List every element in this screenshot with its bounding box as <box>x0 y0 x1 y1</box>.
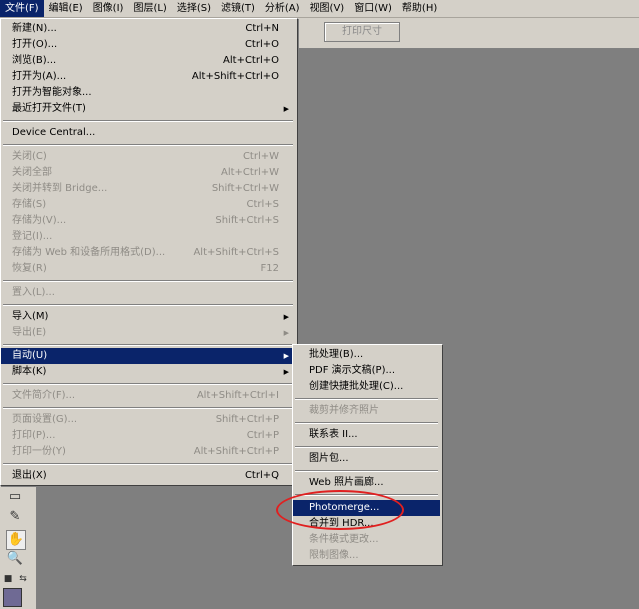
menu-item-revert[interactable]: 恢复(R) F12 <box>1 261 295 277</box>
menu-item-automate[interactable]: 自动(U) ▶ <box>1 348 295 364</box>
file-menu: 新建(N)... Ctrl+N 打开(O)... Ctrl+O 浏览(B)... Al… <box>0 18 298 486</box>
separator <box>3 463 293 465</box>
menu-analysis[interactable]: 分析(A) <box>260 0 305 17</box>
separator <box>3 344 293 346</box>
menu-item-import[interactable]: 导入(M) ▶ <box>1 309 295 325</box>
separator <box>295 422 438 424</box>
foreground-color-swatch[interactable] <box>3 588 22 607</box>
menu-item-pdf-presentation[interactable]: PDF 演示文稿(P)... <box>293 363 440 379</box>
print-size-button[interactable]: 打印尺寸 <box>324 22 400 42</box>
separator <box>3 120 293 122</box>
toolbox: ▭ ✎ ✋ 🔍 ■ ⇆ <box>0 484 37 609</box>
menu-item-check-in[interactable]: 登记(I)... <box>1 229 295 245</box>
menu-item-save-for-web[interactable]: 存储为 Web 和设备所用格式(D)... Alt+Shift+Ctrl+S <box>1 245 295 261</box>
menu-item-new[interactable]: 新建(N)... Ctrl+N <box>1 21 295 37</box>
menu-item-page-setup[interactable]: 页面设置(G)... Shift+Ctrl+P <box>1 412 295 428</box>
separator <box>3 144 293 146</box>
menu-item-close-all[interactable]: 关闭全部 Alt+Ctrl+W <box>1 165 295 181</box>
menu-item-open-smart-object[interactable]: 打开为智能对象... <box>1 85 295 101</box>
menu-file[interactable]: 文件(F) <box>0 0 44 17</box>
hand-tool-icon[interactable]: ✋ <box>6 530 26 550</box>
submenu-arrow-icon: ▶ <box>283 329 289 337</box>
menu-item-create-droplet[interactable]: 创建快捷批处理(C)... <box>293 379 440 395</box>
swap-colors-icon[interactable]: ⇆ <box>18 570 28 588</box>
menu-item-save[interactable]: 存储(S) Ctrl+S <box>1 197 295 213</box>
menu-item-export[interactable]: 导出(E) ▶ <box>1 325 295 341</box>
menu-item-save-as[interactable]: 存储为(V)... Shift+Ctrl+S <box>1 213 295 229</box>
separator <box>3 304 293 306</box>
menu-item-place[interactable]: 置入(L)... <box>1 285 295 301</box>
menu-item-open[interactable]: 打开(O)... Ctrl+O <box>1 37 295 53</box>
menu-view[interactable]: 视图(V) <box>305 0 350 17</box>
notes-tool-icon[interactable]: ▭ <box>6 488 24 506</box>
menu-item-batch[interactable]: 批处理(B)... <box>293 347 440 363</box>
menu-item-print[interactable]: 打印(P)... Ctrl+P <box>1 428 295 444</box>
separator <box>295 398 438 400</box>
menu-item-browse[interactable]: 浏览(B)... Alt+Ctrl+O <box>1 53 295 69</box>
menu-item-close-go-bridge[interactable]: 关闭并转到 Bridge... Shift+Ctrl+W <box>1 181 295 197</box>
menu-bar: 文件(F) 编辑(E) 图像(I) 图层(L) 选择(S) 滤镜(T) 分析(A… <box>0 0 639 18</box>
separator <box>3 280 293 282</box>
menu-select[interactable]: 选择(S) <box>172 0 216 17</box>
submenu-arrow-icon: ▶ <box>283 313 289 321</box>
menu-item-exit[interactable]: 退出(X) Ctrl+Q <box>1 468 295 484</box>
menu-help[interactable]: 帮助(H) <box>397 0 442 17</box>
menu-item-open-as[interactable]: 打开为(A)... Alt+Shift+Ctrl+O <box>1 69 295 85</box>
default-colors-icon[interactable]: ■ <box>3 570 13 588</box>
menu-item-merge-to-hdr[interactable]: 合并到 HDR... <box>293 516 440 532</box>
menu-item-file-info[interactable]: 文件简介(F)... Alt+Shift+Ctrl+I <box>1 388 295 404</box>
menu-item-contact-sheet[interactable]: 联系表 II... <box>293 427 440 443</box>
automate-submenu: 批处理(B)... PDF 演示文稿(P)... 创建快捷批处理(C)... 裁… <box>292 344 443 566</box>
menu-edit[interactable]: 编辑(E) <box>44 0 88 17</box>
separator <box>3 407 293 409</box>
separator <box>3 383 293 385</box>
menu-item-recent-files[interactable]: 最近打开文件(T) ▶ <box>1 101 295 117</box>
menu-item-close[interactable]: 关闭(C) Ctrl+W <box>1 149 295 165</box>
eyedropper-icon[interactable]: ✎ <box>6 508 24 526</box>
submenu-arrow-icon: ▶ <box>283 105 289 113</box>
separator <box>295 446 438 448</box>
zoom-icon[interactable]: 🔍 <box>6 550 24 568</box>
separator <box>295 494 438 496</box>
menu-window[interactable]: 窗口(W) <box>349 0 397 17</box>
menu-item-picture-package[interactable]: 图片包... <box>293 451 440 467</box>
submenu-arrow-icon: ▶ <box>283 368 289 376</box>
separator <box>295 470 438 472</box>
menu-layer[interactable]: 图层(L) <box>128 0 171 17</box>
submenu-arrow-icon: ▶ <box>283 352 289 360</box>
menu-item-crop-straighten[interactable]: 裁剪并修齐照片 <box>293 403 440 419</box>
menu-item-photomerge[interactable]: Photomerge... <box>293 500 440 516</box>
menu-item-conditional-mode-change[interactable]: 条件模式更改... <box>293 532 440 548</box>
menu-item-scripts[interactable]: 脚本(K) ▶ <box>1 364 295 380</box>
menu-item-web-gallery[interactable]: Web 照片画廊... <box>293 475 440 491</box>
menu-item-device-central[interactable]: Device Central... <box>1 125 295 141</box>
menu-filter[interactable]: 滤镜(T) <box>216 0 260 17</box>
menu-item-print-one-copy[interactable]: 打印一份(Y) Alt+Shift+Ctrl+P <box>1 444 295 460</box>
menu-item-fit-image[interactable]: 限制图像... <box>293 548 440 564</box>
menu-image[interactable]: 图像(I) <box>88 0 129 17</box>
